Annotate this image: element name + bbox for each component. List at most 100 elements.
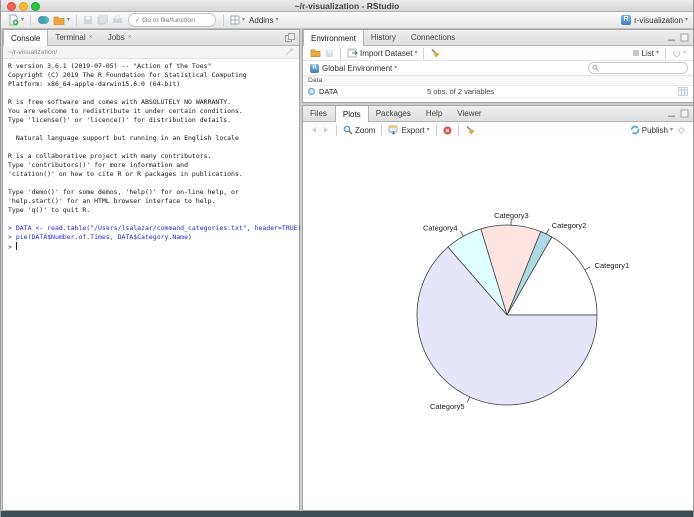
print-button[interactable] — [112, 15, 123, 25]
environment-search-input[interactable] — [601, 64, 684, 72]
project-name-label: r-visualization — [634, 15, 683, 25]
restore-panes-icon[interactable] — [285, 33, 295, 42]
clear-objects-button[interactable] — [430, 48, 441, 59]
publish-label: Publish — [641, 125, 668, 135]
remove-plot-button[interactable] — [443, 126, 452, 135]
pie-label-category4: Category4 — [423, 224, 458, 233]
close-tab-icon[interactable]: × — [89, 34, 93, 41]
tab-console[interactable]: Console — [3, 30, 49, 46]
tab-packages[interactable]: Packages — [369, 106, 419, 121]
load-workspace-button[interactable] — [310, 48, 321, 58]
console-output-line: You are welcome to redistribute it under… — [8, 107, 243, 115]
import-dataset-button[interactable]: Import Dataset ▾ — [347, 48, 417, 58]
console-output-line: 'citation()' on how to cite R or R packa… — [8, 170, 243, 178]
zoom-plot-label: Zoom — [355, 125, 376, 135]
console-output-line: Type 'license()' or 'licence()' for dist… — [8, 116, 232, 124]
new-file-button[interactable]: ▾ — [8, 14, 24, 26]
tab-label: History — [370, 33, 396, 42]
tab-history[interactable]: History — [364, 30, 404, 45]
refresh-environment-button[interactable]: ▾ — [672, 49, 686, 58]
console-output-line: Type 'q()' to quit R. — [8, 206, 91, 214]
environment-search-box[interactable] — [588, 62, 688, 74]
publish-button[interactable]: Publish ▾ — [630, 125, 673, 135]
chevron-down-icon: ▾ — [682, 50, 686, 56]
tab-help[interactable]: Help — [419, 106, 450, 121]
chevron-down-icon: ▾ — [275, 17, 279, 23]
console-output-line: R is free software and comes with ABSOLU… — [8, 98, 232, 106]
save-workspace-button[interactable] — [325, 49, 334, 58]
goto-arrow-icon — [133, 17, 140, 23]
chevron-down-icon: ▾ — [669, 127, 673, 133]
magnifier-icon — [343, 125, 353, 135]
open-file-button[interactable]: ▾ — [53, 15, 70, 26]
console-output-line: R version 3.6.1 (2019-07-05) -- "Action … — [8, 62, 212, 70]
console-output-line: Platform: x86_64-apple-darwin15.6.0 (64-… — [8, 80, 181, 88]
working-directory-bar: ~/r-visualization/ — [3, 46, 299, 59]
console-output-line: 'help.start()' for an HTML browser inter… — [8, 197, 216, 205]
console-options-icon[interactable] — [285, 48, 294, 56]
export-plot-button[interactable]: Export ▾ — [388, 125, 430, 135]
global-environment-label: Global Environment — [322, 63, 393, 73]
export-icon — [389, 125, 398, 135]
tab-files[interactable]: Files — [303, 106, 335, 121]
chevron-down-icon: ▾ — [21, 17, 25, 23]
maximize-panel-icon[interactable] — [680, 109, 689, 118]
minimize-panel-icon[interactable] — [667, 109, 676, 118]
pie-label-tick — [546, 228, 550, 235]
console-input-line: > DATA <- read.table("/Users/lsalazar/co… — [8, 224, 302, 232]
view-data-icon[interactable] — [678, 87, 688, 96]
chevron-down-icon: ▾ — [414, 50, 418, 56]
window-title: ~/r-visualization - RStudio — [294, 1, 400, 11]
console-input-line: > — [8, 242, 17, 251]
tab-environment[interactable]: Environment — [303, 30, 364, 46]
tab-label: Packages — [375, 109, 411, 118]
toolbar-separator — [76, 14, 78, 26]
data-object-summary: 5 obs. of 2 variables — [427, 87, 495, 96]
toolbar-separator — [336, 124, 337, 136]
save-all-button[interactable] — [97, 15, 108, 25]
console-output[interactable]: R version 3.6.1 (2019-07-05) -- "Action … — [3, 59, 302, 252]
toolbar-separator — [423, 47, 425, 59]
environment-scope-bar: R Global Environment ▾ — [303, 61, 693, 76]
publish-icon — [630, 125, 640, 135]
clear-plots-button[interactable] — [465, 125, 476, 136]
tab-label: Environment — [311, 33, 356, 43]
chevron-down-icon: ▾ — [655, 50, 659, 56]
forward-plot-button[interactable] — [322, 126, 330, 134]
global-environment-selector[interactable]: R Global Environment ▾ — [310, 63, 397, 73]
tab-viewer[interactable]: Viewer — [450, 106, 489, 121]
pie-chart: Category1 Category2 Category3 Category4 Cate… — [416, 211, 629, 411]
panes-layout-button[interactable]: ▾ — [230, 15, 245, 25]
tab-label: Console — [11, 33, 41, 43]
save-button[interactable] — [83, 15, 93, 25]
tab-terminal[interactable]: Terminal × — [48, 30, 100, 45]
new-project-icon — [38, 16, 50, 24]
import-dataset-label: Import Dataset — [360, 48, 413, 58]
minimize-panel-icon[interactable] — [667, 33, 676, 42]
tab-connections[interactable]: Connections — [404, 30, 463, 45]
save-icon — [84, 16, 93, 24]
tab-label: Jobs — [107, 33, 125, 42]
console-output-line: Type 'contributors()' for more informati… — [8, 161, 189, 169]
title-bar: ~/r-visualization - RStudio — [1, 0, 693, 12]
new-project-button[interactable] — [37, 14, 50, 26]
refresh-plots-button[interactable] — [677, 126, 686, 135]
tab-jobs[interactable]: Jobs × — [101, 30, 140, 45]
maximize-panel-icon[interactable] — [680, 33, 689, 42]
goto-file-input[interactable] — [142, 16, 212, 24]
back-plot-button[interactable] — [310, 126, 318, 134]
close-tab-icon[interactable]: × — [128, 34, 132, 41]
environment-toolbar: Import Dataset ▾ List ▾ ▾ — [303, 46, 693, 61]
tab-plots[interactable]: Plots — [334, 106, 369, 122]
zoom-plot-button[interactable]: Zoom — [343, 125, 375, 135]
pie-label-tick — [460, 230, 464, 237]
list-view-button[interactable]: List ▾ — [632, 49, 659, 58]
data-object-row[interactable]: DATA 5 obs. of 2 variables — [303, 86, 693, 98]
search-icon — [592, 64, 599, 72]
goto-file-box[interactable] — [128, 13, 217, 27]
project-menu-button[interactable]: R r-visualization ▾ — [621, 15, 688, 25]
refresh-icon — [672, 49, 681, 57]
toolbar-separator — [664, 47, 666, 59]
addins-menu-button[interactable]: Addins ▾ — [249, 16, 278, 25]
